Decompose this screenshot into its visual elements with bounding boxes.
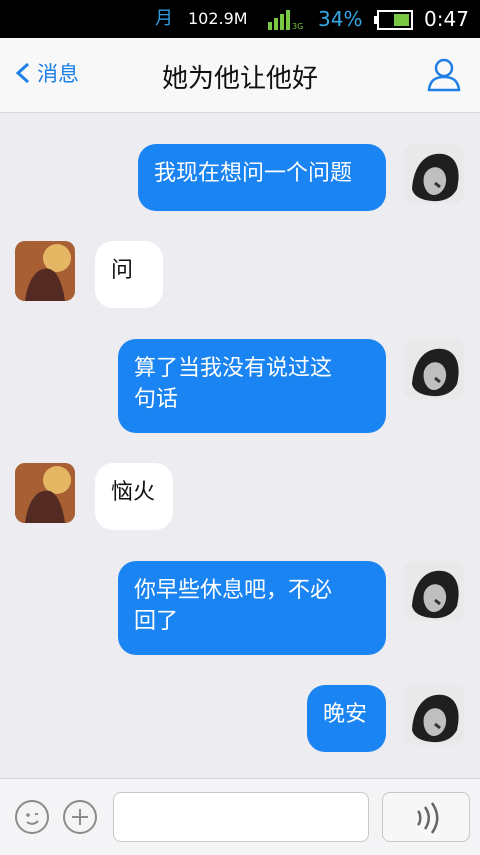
- chat-header: 消息 她为他让他好: [0, 38, 480, 113]
- voice-icon: [417, 802, 439, 834]
- plus-button[interactable]: [63, 800, 97, 834]
- input-bar: [0, 778, 480, 855]
- emoji-icon: [26, 813, 39, 825]
- battery-icon: [374, 10, 413, 30]
- clock: 0:47: [424, 7, 469, 31]
- message-bubble-in[interactable]: 问: [95, 241, 163, 308]
- chat-title: 她为他让他好: [161, 64, 318, 94]
- my-avatar[interactable]: [404, 144, 464, 204]
- emoji-button[interactable]: [15, 800, 49, 834]
- message-bubble-in[interactable]: 恼火: [95, 463, 173, 530]
- my-avatar[interactable]: [404, 561, 464, 621]
- message-bubble-out[interactable]: 我现在想问一个问题: [138, 144, 386, 211]
- contact-avatar[interactable]: [15, 241, 75, 301]
- my-avatar[interactable]: [404, 339, 464, 399]
- plus-icon: [72, 809, 88, 825]
- calendar-icon: 月: [155, 8, 173, 29]
- message-bubble-out[interactable]: 晚安: [307, 685, 386, 752]
- my-avatar[interactable]: [404, 685, 464, 745]
- message-bubble-out[interactable]: 你早些休息吧，不必 回了: [118, 561, 386, 655]
- signal-icon: 3G: [268, 10, 303, 30]
- message-input[interactable]: [113, 792, 369, 842]
- voice-button[interactable]: [382, 792, 470, 842]
- network-type: 3G: [292, 22, 303, 30]
- user-profile-icon[interactable]: [426, 56, 462, 92]
- network-speed: 102.9M: [188, 9, 248, 28]
- message-bubble-out[interactable]: 算了当我没有说过这 句话: [118, 339, 386, 433]
- battery-percent: 34%: [318, 7, 363, 31]
- contact-avatar[interactable]: [15, 463, 75, 523]
- status-bar: 月 102.9M 3G 34% 0:47: [0, 0, 480, 38]
